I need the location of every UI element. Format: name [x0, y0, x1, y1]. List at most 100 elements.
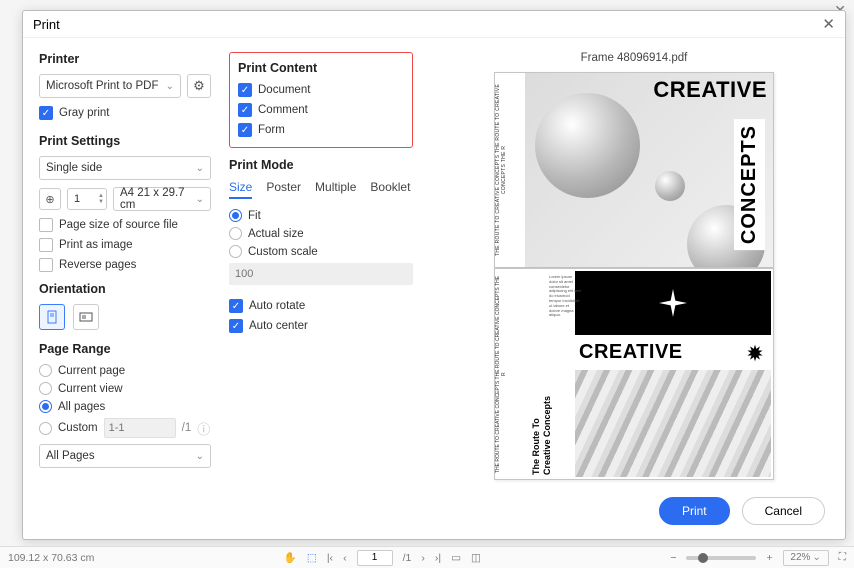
range-custom-label: Custom: [58, 422, 98, 434]
gear-icon: ⚙: [193, 78, 205, 94]
chevron-down-icon: ⌄: [166, 81, 174, 92]
auto-center-label: Auto center: [249, 320, 308, 332]
printer-settings-button[interactable]: ⚙: [187, 74, 211, 98]
content-comment-checkbox[interactable]: ✓ Comment: [238, 103, 404, 117]
zoom-out-icon[interactable]: −: [670, 552, 676, 564]
range-current-view-label: Current view: [58, 383, 123, 395]
preview-wrap: THE ROUTE TO CREATIVE CONCEPTS THE ROUTE…: [443, 72, 825, 489]
copies-spinner[interactable]: 1 ▲▼: [67, 188, 107, 210]
chevron-down-icon: ⌄: [196, 194, 204, 205]
orientation-heading: Orientation: [39, 282, 211, 296]
tab-size[interactable]: Size: [229, 180, 252, 199]
print-button[interactable]: Print: [659, 497, 730, 525]
papersize-value: A4 21 x 29.7 cm: [120, 187, 196, 211]
auto-center-checkbox[interactable]: ✓ Auto center: [229, 319, 413, 333]
tab-multiple[interactable]: Multiple: [315, 180, 356, 199]
content-form-checkbox[interactable]: ✓ Form: [238, 123, 404, 137]
range-subset-select[interactable]: All Pages ⌄: [39, 444, 211, 468]
status-page-input[interactable]: [357, 550, 393, 566]
content-heading: Print Content: [238, 61, 404, 75]
papersize-select[interactable]: A4 21 x 29.7 cm ⌄: [113, 187, 211, 211]
range-total: /1: [182, 422, 192, 434]
zoom-slider[interactable]: [686, 556, 756, 560]
range-all-pages-label: All pages: [58, 401, 105, 413]
radio-on-icon: [229, 209, 242, 222]
zoom-select[interactable]: 22% ⌄: [783, 550, 829, 566]
sides-value: Single side: [46, 162, 102, 174]
range-custom[interactable]: Custom /1 ⓘ: [39, 418, 211, 438]
landscape-icon: [79, 310, 93, 324]
zoom-in-icon[interactable]: +: [766, 552, 772, 564]
content-document-checkbox[interactable]: ✓ Document: [238, 83, 404, 97]
preview-page-bottom: THE ROUTE TO CREATIVE CONCEPTS THE ROUTE…: [494, 268, 774, 480]
dialog-titlebar: Print ✕: [23, 11, 845, 38]
preview-side-text: THE ROUTE TO CREATIVE CONCEPTS THE ROUTE…: [495, 73, 525, 267]
sides-select[interactable]: Single side ⌄: [39, 156, 211, 180]
mode-fit[interactable]: Fit: [229, 209, 413, 222]
sparkle-icon: [659, 289, 687, 317]
close-icon[interactable]: ✕: [822, 15, 835, 33]
range-custom-input[interactable]: [104, 418, 176, 438]
cancel-button[interactable]: Cancel: [742, 497, 825, 525]
tab-booklet[interactable]: Booklet: [370, 180, 410, 199]
preview-page-top: THE ROUTE TO CREATIVE CONCEPTS THE ROUTE…: [494, 72, 774, 268]
mode-actual[interactable]: Actual size: [229, 227, 413, 240]
reverse-pages-checkbox[interactable]: Reverse pages: [39, 258, 211, 272]
tab-poster[interactable]: Poster: [266, 180, 301, 199]
mode-heading: Print Mode: [229, 158, 413, 172]
orientation-portrait-button[interactable]: [39, 304, 65, 330]
printer-selected: Microsoft Print to PDF: [46, 80, 158, 92]
status-right: − + 22% ⌄ ⛶: [670, 550, 846, 566]
range-current-view[interactable]: Current view: [39, 382, 211, 395]
auto-rotate-label: Auto rotate: [249, 300, 305, 312]
chevron-down-icon: ⌄: [812, 552, 820, 563]
checkbox-on-icon: ✓: [229, 319, 243, 333]
chevron-down-icon: ⌄: [196, 163, 204, 174]
printer-heading: Printer: [39, 52, 211, 66]
mode-fit-label: Fit: [248, 210, 261, 222]
printer-select[interactable]: Microsoft Print to PDF ⌄: [39, 74, 181, 98]
mode-custom-scale[interactable]: Custom scale: [229, 245, 413, 258]
source-size-checkbox[interactable]: Page size of source file: [39, 218, 211, 232]
status-bar: 109.12 x 70.63 cm ✋ ⬚ |‹ ‹ /1 › ›| ▭ ◫ −…: [0, 546, 854, 568]
radio-off-icon: [39, 422, 52, 435]
nav-next-icon[interactable]: ›: [421, 552, 425, 564]
radio-off-icon: [39, 382, 52, 395]
radio-off-icon: [229, 245, 242, 258]
auto-rotate-checkbox[interactable]: ✓ Auto rotate: [229, 299, 413, 313]
fullscreen-icon[interactable]: ⛶: [839, 551, 846, 564]
nav-first-icon[interactable]: |‹: [327, 552, 333, 564]
preview-route-to: The Route To Creative Concepts: [531, 396, 553, 475]
preview-page-stack: THE ROUTE TO CREATIVE CONCEPTS THE ROUTE…: [494, 72, 774, 480]
range-all-pages[interactable]: All pages: [39, 400, 211, 413]
gray-print-label: Gray print: [59, 107, 110, 119]
status-page-total: /1: [403, 552, 412, 564]
checkbox-on-icon: ✓: [229, 299, 243, 313]
preview-bodytext: Lorem ipsum dolor sit amet consectetur a…: [549, 275, 581, 327]
nav-last-icon[interactable]: ›|: [435, 552, 441, 564]
preview-side-text: THE ROUTE TO CREATIVE CONCEPTS THE ROUTE…: [495, 269, 525, 479]
checkbox-off-icon: [39, 238, 53, 252]
zoom-value: 22%: [790, 552, 810, 563]
range-subset-value: All Pages: [46, 450, 95, 462]
scale-input[interactable]: [229, 263, 413, 285]
chevron-down-icon: ⌄: [196, 451, 204, 462]
orientation-landscape-button[interactable]: [73, 304, 99, 330]
select-tool-icon[interactable]: ⬚: [307, 552, 317, 564]
range-current-page[interactable]: Current page: [39, 364, 211, 377]
hand-tool-icon[interactable]: ✋: [284, 551, 297, 564]
fit-page-icon[interactable]: ◫: [471, 552, 481, 564]
sphere-graphic: [655, 171, 685, 201]
preview-creative: CREATIVE: [653, 77, 767, 103]
nav-prev-icon[interactable]: ‹: [343, 552, 347, 564]
fit-width-icon[interactable]: ▭: [451, 552, 461, 564]
gray-print-checkbox[interactable]: ✓ Gray print: [39, 106, 211, 120]
zoom-thumb[interactable]: [698, 553, 708, 563]
collate-icon[interactable]: ⊕: [39, 188, 61, 210]
radio-off-icon: [229, 227, 242, 240]
spinner-arrows: ▲▼: [98, 193, 104, 205]
preview-filename: Frame 48096914.pdf: [443, 52, 825, 64]
source-size-label: Page size of source file: [59, 219, 178, 231]
dialog-title: Print: [33, 17, 60, 32]
print-image-checkbox[interactable]: Print as image: [39, 238, 211, 252]
